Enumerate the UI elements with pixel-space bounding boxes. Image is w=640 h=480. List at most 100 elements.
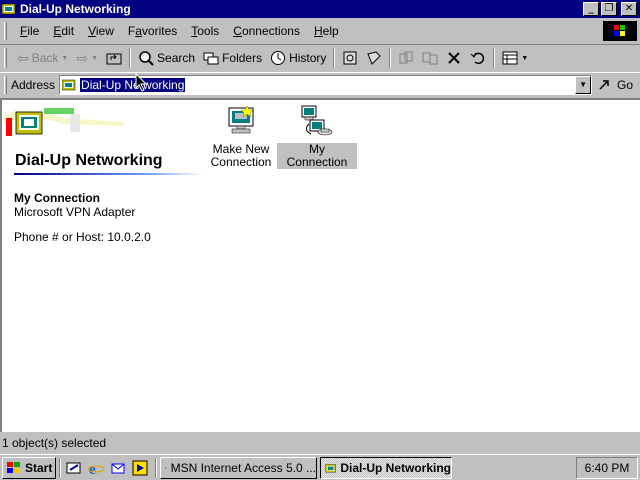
system-tray: 6:40 PM (576, 457, 638, 479)
copy-button[interactable] (418, 47, 442, 69)
mouse-pointer-icon (135, 73, 147, 92)
my-connection-item[interactable]: My Connection (277, 104, 357, 169)
address-label: Address (11, 77, 56, 92)
address-bar: Address Dial-Up Networking ▼ Go (0, 72, 640, 96)
forward-arrow-icon: ⇨ (76, 49, 89, 66)
maximize-button[interactable]: ❐ (601, 2, 617, 16)
dialup-networking-banner-icon (4, 108, 124, 136)
msn-butterfly-icon: msn (165, 467, 167, 469)
windows-flag-icon (614, 25, 625, 36)
my-connection-label: My Connection (277, 143, 357, 169)
back-dropdown-icon[interactable]: ▼ (61, 55, 68, 62)
cut-button[interactable] (394, 47, 418, 69)
undo-button[interactable] (466, 47, 490, 69)
new-connection-icon (228, 105, 254, 134)
clock[interactable]: 6:40 PM (585, 461, 630, 475)
views-icon (502, 51, 518, 65)
task-msn-internet-access[interactable]: msn MSN Internet Access 5.0 ... (160, 456, 317, 479)
minimize-button[interactable]: _ (583, 2, 599, 16)
outlook-express-icon (111, 463, 125, 473)
views-button[interactable]: ▼ (498, 47, 532, 69)
menu-file[interactable]: File (13, 22, 46, 40)
copy-to-button[interactable] (362, 47, 386, 69)
standard-toolbar: ⇦ Back ▼ ⇨ ▼ Search Folders History ▼ (0, 44, 640, 71)
svg-text:e: e (89, 462, 96, 476)
copy-icon (422, 52, 438, 65)
show-desktop-icon (66, 462, 81, 473)
start-button[interactable]: Start (2, 456, 56, 479)
toolbar-separator (493, 48, 496, 68)
windows-logo-throbber (603, 21, 637, 41)
toolbar-separator (333, 48, 336, 68)
menu-tools[interactable]: Tools (184, 22, 226, 40)
search-label: Search (157, 51, 196, 65)
selected-item-name: My Connection (14, 191, 100, 205)
label-line-2: Connection (210, 155, 272, 169)
history-button[interactable]: History (266, 47, 330, 69)
history-clock-icon (271, 51, 286, 65)
addressbar-grip[interactable] (4, 75, 7, 94)
search-button[interactable]: Search (134, 47, 199, 69)
window-title: Dial-Up Networking (20, 2, 131, 16)
copy-to-icon (367, 51, 382, 65)
back-button[interactable]: ⇦ Back ▼ (13, 47, 72, 69)
toolbar-separator (389, 48, 392, 68)
title-underline (14, 173, 204, 175)
status-text: 1 object(s) selected (2, 436, 107, 450)
folders-button[interactable]: Folders (199, 47, 266, 69)
folder-view[interactable]: Dial-Up Networking My Connection Microso… (0, 98, 640, 432)
menubar-grip[interactable] (4, 22, 7, 40)
menu-connections[interactable]: Connections (226, 22, 307, 40)
address-value: Dial-Up Networking (80, 77, 186, 92)
selected-item-device: Microsoft VPN Adapter (14, 205, 136, 219)
go-button[interactable]: Go (598, 77, 633, 93)
back-arrow-icon: ⇦ (17, 49, 29, 66)
menu-bar: File Edit View Favorites Tools Connectio… (0, 19, 640, 43)
cut-icon (399, 51, 413, 64)
taskbar-divider (59, 457, 61, 478)
close-button[interactable]: ✕ (621, 2, 637, 16)
label-line-1: Make New (212, 142, 270, 156)
menu-view[interactable]: View (81, 22, 121, 40)
toolbar-grip[interactable] (4, 48, 7, 68)
forward-button[interactable]: ⇨ ▼ (72, 47, 102, 69)
internet-explorer-icon: e (88, 462, 104, 476)
media-player-icon (132, 460, 148, 475)
history-label: History (289, 51, 327, 65)
quicklaunch-show-desktop[interactable] (64, 458, 84, 478)
toolbar-separator (129, 48, 132, 68)
dialup-folder-icon (325, 463, 336, 472)
folder-title: Dial-Up Networking (15, 152, 163, 169)
back-label: Back (31, 51, 59, 65)
selected-item-phone: Phone # or Host: 10.0.2.0 (14, 230, 151, 244)
views-dropdown-icon[interactable]: ▼ (521, 55, 528, 62)
undo-icon (471, 52, 485, 65)
search-icon (139, 51, 154, 66)
status-bar: 1 object(s) selected (0, 434, 640, 452)
menu-help[interactable]: Help (307, 22, 346, 40)
dialup-connection-icon (301, 105, 333, 136)
task-label: MSN Internet Access 5.0 ... (170, 460, 316, 475)
quicklaunch-outlook-express[interactable] (108, 458, 128, 478)
forward-dropdown-icon[interactable]: ▼ (91, 55, 98, 62)
menu-edit[interactable]: Edit (46, 22, 81, 40)
delete-button[interactable] (442, 47, 466, 69)
address-dropdown-button[interactable]: ▼ (575, 75, 592, 94)
quicklaunch-media[interactable] (130, 458, 150, 478)
up-folder-button[interactable] (102, 47, 126, 69)
quicklaunch-internet-explorer[interactable]: e (86, 458, 106, 478)
make-new-connection-item[interactable]: Make New Connection (201, 104, 281, 169)
dialup-folder-icon (62, 79, 76, 90)
go-label: Go (617, 77, 634, 92)
task-label: Dial-Up Networking (340, 460, 451, 475)
title-bar[interactable]: Dial-Up Networking _ ❐ ✕ (0, 0, 640, 18)
folders-label: Folders (222, 51, 263, 65)
make-new-connection-label: Make New Connection (210, 143, 273, 169)
start-label: Start (25, 460, 53, 475)
taskbar-divider (155, 457, 157, 478)
menu-favorites[interactable]: Favorites (121, 22, 184, 40)
move-to-button[interactable] (338, 47, 362, 69)
taskbar: Start e msn MSN Internet Access 5.0 ... (0, 454, 640, 480)
up-folder-icon (106, 53, 122, 65)
task-dialup-networking[interactable]: Dial-Up Networking (320, 456, 452, 479)
